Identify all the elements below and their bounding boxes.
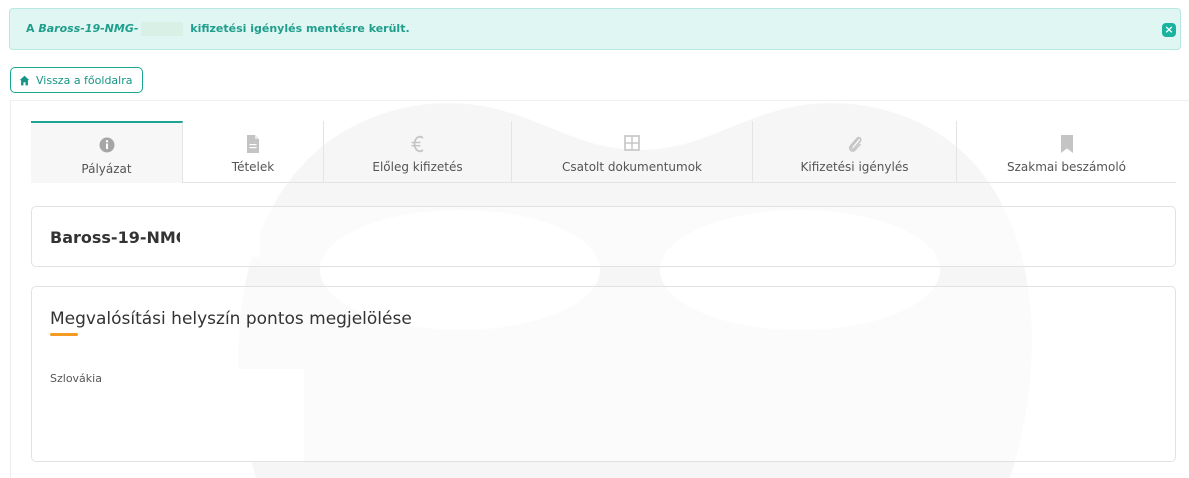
tab-label: Előleg kifizetés: [372, 160, 463, 174]
euro-icon: [411, 135, 424, 153]
tab-label: Kifizetési igénylés: [800, 160, 909, 174]
info-icon: [99, 137, 114, 153]
project-card: Baross-19-NMG: [31, 206, 1176, 267]
grid-icon: [624, 135, 640, 151]
redacted-block: [180, 225, 260, 257]
alert-prefix: A: [26, 22, 35, 35]
close-icon[interactable]: ×: [1162, 23, 1176, 37]
tab-label: Tételek: [231, 160, 275, 174]
redacted-block: [141, 22, 184, 36]
back-to-home-button[interactable]: Vissza a főoldalra: [10, 67, 144, 93]
section-underline: [50, 333, 78, 336]
document-icon: [247, 135, 259, 153]
tab-tetelek[interactable]: Tételek: [183, 121, 324, 183]
tab-kifizetesi-igenyles[interactable]: Kifizetési igénylés: [753, 121, 957, 183]
tab-bar: Pályázat Tételek Előleg kifizetés Csatol…: [31, 121, 1176, 183]
alert-text: kifizetési igénylés mentésre került.: [190, 22, 410, 35]
tab-csatolt-dokumentumok[interactable]: Csatolt dokumentumok: [512, 121, 753, 183]
location-card: Megvalósítási helyszín pontos megjelölés…: [31, 286, 1176, 462]
alert-message: A Baross-19-NMG- kifizetési igénylés men…: [26, 22, 410, 36]
tab-szakmai-beszamolo[interactable]: Szakmai beszámoló: [957, 121, 1176, 183]
bookmark-icon: [1060, 135, 1073, 153]
content-divider: [10, 100, 1189, 101]
tab-label: Pályázat: [81, 162, 132, 176]
tab-eloleg-kifizetes[interactable]: Előleg kifizetés: [324, 121, 512, 183]
content-left-border: [10, 100, 11, 478]
project-title: Baross-19-NMG: [50, 228, 189, 247]
tab-label: Csatolt dokumentumok: [562, 160, 702, 174]
alert-project-id: Baross-19-NMG-: [38, 22, 139, 35]
redacted-block: [107, 369, 304, 461]
location-value: Szlovákia: [50, 372, 102, 385]
success-alert: A Baross-19-NMG- kifizetési igénylés men…: [9, 8, 1181, 50]
back-button-label: Vissza a főoldalra: [36, 73, 133, 87]
home-icon: [19, 75, 30, 85]
location-section-title: Megvalósítási helyszín pontos megjelölés…: [50, 309, 412, 329]
tab-palyazat[interactable]: Pályázat: [31, 121, 183, 183]
tab-label: Szakmai beszámoló: [1006, 160, 1127, 174]
paperclip-icon: [848, 136, 861, 152]
